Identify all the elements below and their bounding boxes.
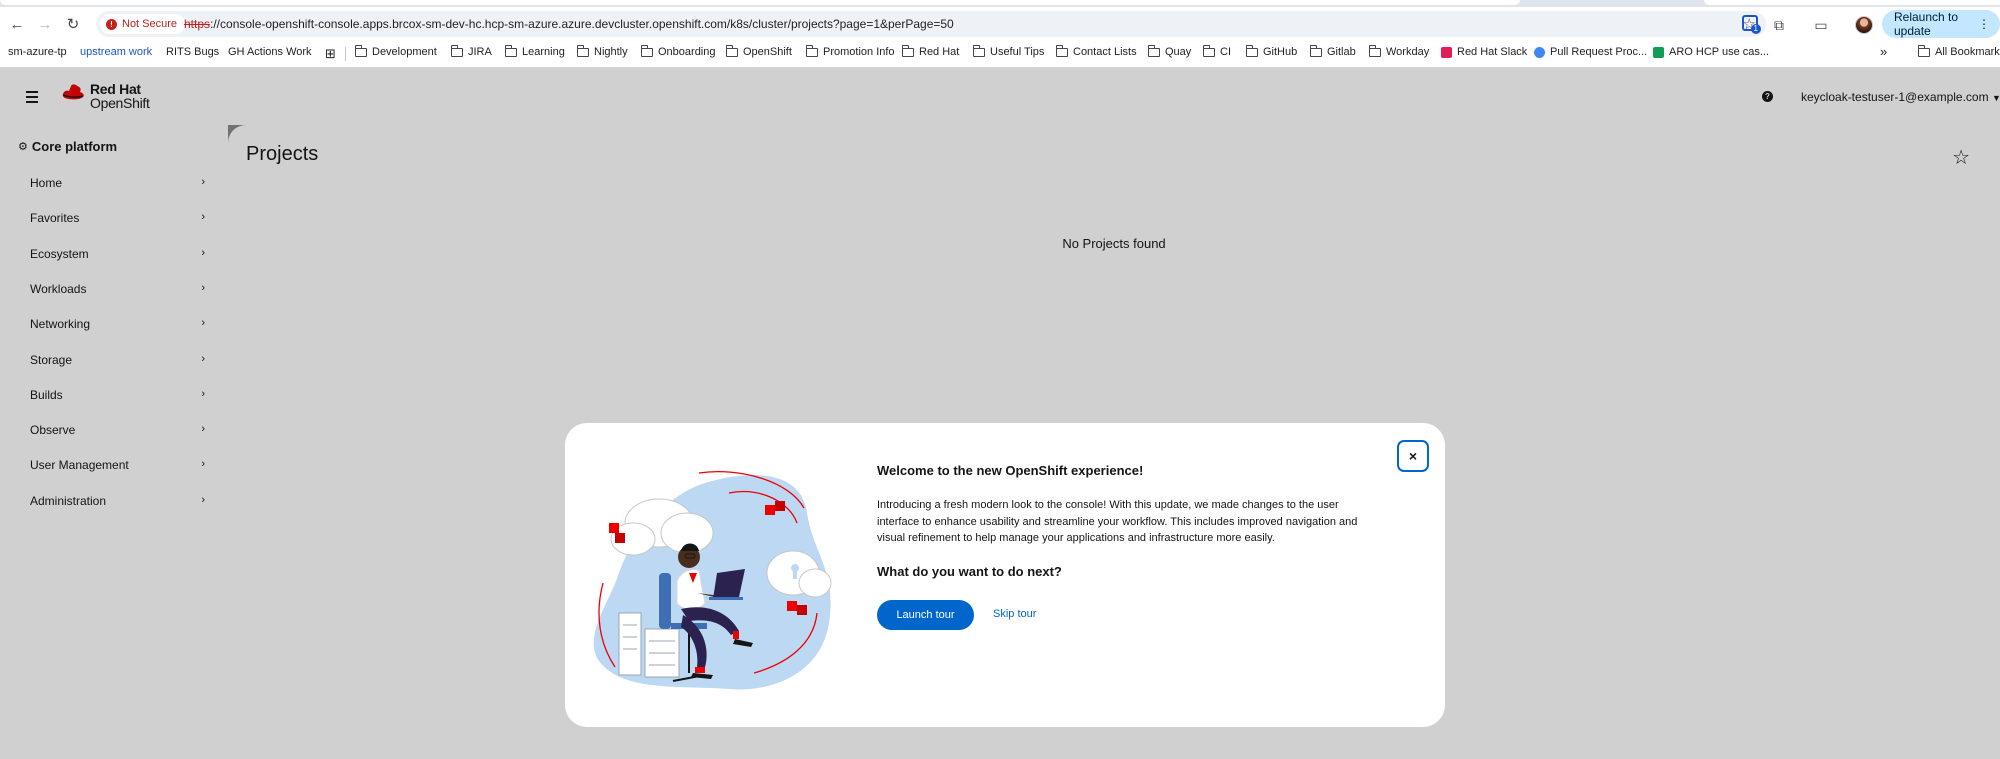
- bookmark-label: Learning: [522, 46, 565, 58]
- bookmark-label: Pull Request Proc...: [1550, 46, 1648, 58]
- bookmark-label: Onboarding: [658, 46, 716, 58]
- folder-icon: [504, 44, 517, 57]
- bookmark-label: Promotion Info: [823, 46, 895, 58]
- bookmark-item[interactable]: Red Hat: [901, 44, 960, 58]
- folder-icon: [725, 44, 738, 57]
- bookmark-item[interactable]: Quay: [1147, 44, 1192, 58]
- bookmark-label: Red Hat Slack: [1457, 46, 1528, 58]
- bookmark-item[interactable]: Nightly: [576, 44, 628, 58]
- folder-icon: [1245, 44, 1258, 57]
- reload-icon[interactable]: ↻: [62, 13, 84, 35]
- bookmark-item[interactable]: Pull Request Proc...: [1534, 46, 1647, 58]
- browser-toolbar: ← → ↻ ! Not Secure https://console-opens…: [0, 7, 2000, 40]
- bookmark-label: ARO HCP use cas...: [1669, 46, 1770, 58]
- bookmark-label: RITS Bugs: [166, 46, 220, 58]
- bookmark-label: Workday: [1386, 46, 1430, 58]
- bookmark-label: Quay: [1165, 46, 1192, 58]
- folder-icon: [1368, 44, 1381, 57]
- bookmark-item[interactable]: Learning: [504, 44, 565, 58]
- bookmark-label: Development: [372, 46, 437, 58]
- slack-icon: [1441, 46, 1452, 58]
- bookmark-item[interactable]: CI: [1202, 44, 1231, 58]
- bookmark-item[interactable]: sm-azure-tp: [8, 46, 67, 58]
- skip-tour-link[interactable]: Skip tour: [993, 608, 1036, 620]
- url-path: ://console-openshift-console.apps.brcox-…: [210, 17, 954, 31]
- forward-icon[interactable]: →: [34, 13, 56, 35]
- modal-body: Introducing a fresh modern look to the c…: [877, 499, 1358, 544]
- bookmark-label: OpenShift: [743, 46, 792, 58]
- bookmark-separator: [345, 47, 346, 61]
- bookmarks-bar: sm-azure-tp upstream work RITS Bugs GH Acti…: [0, 40, 2000, 68]
- all-bookmarks[interactable]: All Bookmarks: [1917, 44, 2000, 58]
- bookmark-label: Red Hat: [919, 46, 960, 58]
- folder-icon: [576, 44, 589, 57]
- bookmark-label: Contact Lists: [1073, 46, 1137, 58]
- bookmark-label: JIRA: [468, 46, 492, 58]
- bookmark-item[interactable]: Useful Tips: [972, 44, 1045, 58]
- folder-icon: [972, 44, 985, 57]
- tab-search-icon[interactable]: ▭: [1812, 16, 1830, 34]
- url-scheme: https: [184, 17, 211, 31]
- modal-subtitle: What do you want to do next?: [877, 564, 1062, 579]
- bookmark-label: GitHub: [1263, 46, 1298, 58]
- active-tab[interactable]: [0, 0, 1520, 5]
- bookmark-label: Gitlab: [1327, 46, 1356, 58]
- extension-badge-count: 1: [1750, 24, 1761, 34]
- bookmark-item[interactable]: OpenShift: [725, 44, 792, 58]
- folder-icon: [1147, 44, 1160, 57]
- bookmark-label: upstream work: [80, 46, 153, 58]
- bookmark-item[interactable]: Gitlab: [1309, 44, 1356, 58]
- favicon-icon: [1534, 46, 1545, 58]
- bookmark-item[interactable]: Development: [354, 44, 437, 58]
- bookmark-item[interactable]: Contact Lists: [1055, 44, 1137, 58]
- folder-icon: [450, 44, 463, 57]
- bookmark-label: sm-azure-tp: [8, 46, 67, 58]
- welcome-illustration: [593, 470, 832, 690]
- launch-tour-button[interactable]: Launch tour: [877, 600, 974, 630]
- browser-tab-strip: [0, 0, 2000, 7]
- bookmark-label: CI: [1220, 46, 1231, 58]
- warning-icon: !: [106, 18, 117, 30]
- security-chip[interactable]: ! Not Secure: [100, 14, 186, 34]
- back-icon[interactable]: ←: [6, 13, 28, 35]
- url-text[interactable]: https://console-openshift-console.apps.b…: [184, 17, 954, 31]
- sheets-icon: [1653, 46, 1664, 58]
- bookmark-label: Nightly: [594, 46, 628, 58]
- folder-icon: [1917, 44, 1930, 57]
- bookmark-item[interactable]: Workday: [1368, 44, 1430, 58]
- other-tab[interactable]: [1704, 0, 2000, 5]
- bookmark-label: Useful Tips: [990, 46, 1045, 58]
- profile-avatar[interactable]: [1855, 16, 1873, 34]
- apps-grid-icon[interactable]: ⊞: [325, 46, 336, 62]
- bookmark-item[interactable]: ARO HCP use cas...: [1653, 46, 1769, 58]
- bookmark-item[interactable]: upstream work: [80, 46, 152, 58]
- bookmark-item[interactable]: Promotion Info: [805, 44, 895, 58]
- welcome-modal: × Welcome to the new OpenShift experienc…: [565, 423, 1445, 727]
- folder-icon: [805, 44, 818, 57]
- folder-icon: [354, 44, 367, 57]
- folder-icon: [1309, 44, 1322, 57]
- address-bar[interactable]: ! Not Secure https://console-openshift-c…: [96, 11, 1766, 37]
- all-bookmarks-label: All Bookmarks: [1935, 46, 2000, 58]
- bookmark-item[interactable]: RITS Bugs: [166, 46, 219, 58]
- bookmark-item[interactable]: Red Hat Slack: [1441, 46, 1527, 58]
- extensions-puzzle-icon[interactable]: ⧉: [1770, 16, 1788, 34]
- bookmarks-overflow-icon[interactable]: »: [1880, 44, 1887, 59]
- relaunch-button[interactable]: Relaunch to update ⋮: [1882, 10, 2000, 38]
- close-icon[interactable]: ×: [1397, 440, 1429, 472]
- extension-badge-icon[interactable]: 1: [1742, 15, 1761, 34]
- relaunch-label: Relaunch to update: [1894, 10, 1959, 38]
- bookmark-item[interactable]: JIRA: [450, 44, 492, 58]
- folder-icon: [901, 44, 914, 57]
- modal-title: Welcome to the new OpenShift experience!: [877, 463, 1144, 478]
- bookmark-label: GH Actions Work: [228, 46, 312, 58]
- folder-icon: [1202, 44, 1215, 57]
- bookmark-item[interactable]: GitHub: [1245, 44, 1298, 58]
- bookmark-item[interactable]: GH Actions Work: [228, 46, 312, 58]
- bookmark-item[interactable]: Onboarding: [640, 44, 716, 58]
- folder-icon: [1055, 44, 1068, 57]
- folder-icon: [640, 44, 653, 57]
- more-menu-icon[interactable]: ⋮: [1978, 17, 1990, 31]
- security-label: Not Secure: [122, 18, 178, 30]
